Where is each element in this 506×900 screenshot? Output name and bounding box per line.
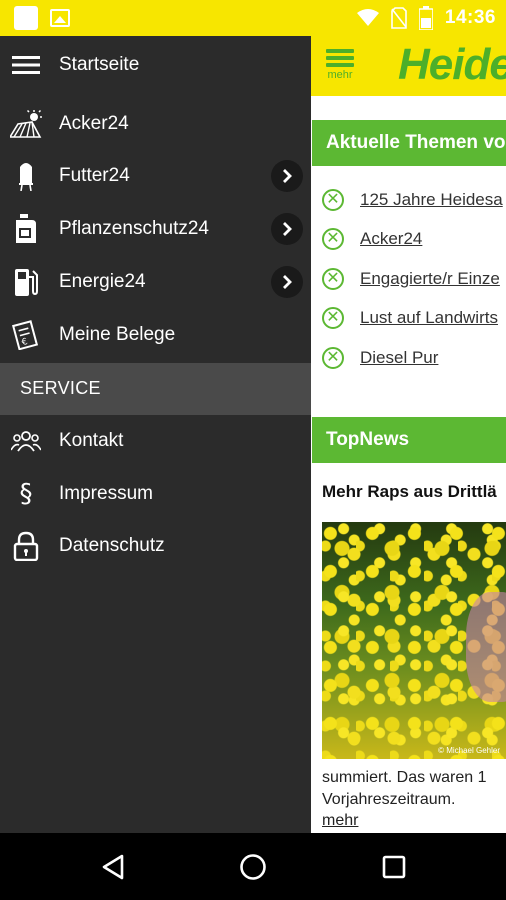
drawer-item-kontakt[interactable]: Kontakt: [0, 415, 311, 467]
drawer-item-futter24[interactable]: Futter24: [0, 150, 311, 202]
service-section-title: SERVICE: [20, 378, 101, 398]
recents-button[interactable]: [377, 850, 411, 884]
chevron-right-icon[interactable]: [271, 266, 303, 298]
topic-link[interactable]: ✕ 125 Jahre Heidesa: [322, 180, 506, 220]
close-circle-icon: ✕: [322, 188, 344, 211]
recents-square-icon: [382, 855, 406, 879]
paragraph-icon: §: [19, 479, 33, 509]
brand-logo: Heide: [398, 40, 506, 89]
home-circle-icon: [240, 854, 266, 880]
wifi-icon: [356, 9, 379, 26]
drawer-item-pflanzenschutz24[interactable]: Pflanzenschutz24: [0, 203, 311, 255]
topic-label: Lust auf Landwirts: [360, 308, 498, 328]
drawer-item-label: Impressum: [59, 483, 153, 504]
more-menu-button[interactable]: mehr: [322, 46, 358, 86]
news-headline[interactable]: Mehr Raps aus Drittlä: [322, 482, 506, 502]
back-button[interactable]: [96, 850, 130, 884]
drawer-item-label: Meine Belege: [59, 324, 176, 345]
drawer-item-acker24[interactable]: Acker24: [0, 98, 311, 150]
news-teaser-line: Vorjahreszeitraum.: [322, 791, 456, 808]
system-navigation-bar: [0, 833, 506, 900]
people-icon: [10, 425, 42, 457]
news-image[interactable]: © Michael Gehler: [322, 522, 506, 759]
no-sim-icon: [391, 7, 407, 29]
drawer-item-label: Datenschutz: [59, 535, 165, 556]
status-bar: 14:36: [0, 0, 506, 36]
gallery-notification-icon: [50, 9, 70, 27]
topic-label: 125 Jahre Heidesa: [360, 189, 503, 209]
chevron-right-icon[interactable]: [271, 213, 303, 245]
topic-label: Engagierte/r Einze: [360, 268, 500, 288]
lock-icon: [10, 530, 42, 562]
news-teaser-line: summiert. Das waren 1: [322, 769, 487, 786]
drawer-item-label: Startseite: [59, 54, 140, 75]
hamburger-bar: [326, 56, 354, 60]
receipts-icon: €: [10, 319, 42, 351]
topic-link[interactable]: ✕ Diesel Pur: [322, 338, 506, 378]
topics-list: ✕ 125 Jahre Heidesa ✕ Acker24 ✕ Engagierte/…: [322, 180, 506, 378]
navigation-drawer: Startseite Acker24 Futter24 Pflanzenschu…: [0, 36, 311, 833]
chevron-right-icon[interactable]: [271, 160, 303, 192]
news-more-link[interactable]: mehr: [322, 812, 358, 830]
more-label: mehr: [327, 69, 353, 81]
fuel-pump-icon: [10, 266, 42, 298]
drawer-item-label: Futter24: [59, 165, 130, 186]
drawer-item-datenschutz[interactable]: Datenschutz: [0, 520, 311, 572]
topic-link[interactable]: ✕ Lust auf Landwirts: [322, 299, 506, 339]
drawer-item-label: Kontakt: [59, 430, 124, 451]
image-detail: [466, 592, 506, 702]
close-circle-icon: ✕: [322, 228, 344, 251]
drawer-item-label: Acker24: [59, 113, 129, 134]
topics-heading: Aktuelle Themen vo: [312, 120, 506, 166]
hamburger-bar: [326, 63, 354, 67]
topic-label: Acker24: [360, 229, 423, 249]
drawer-item-label: Pflanzenschutz24: [59, 218, 209, 239]
topic-label: Diesel Pur: [360, 347, 439, 367]
field-sun-icon: [10, 108, 42, 140]
drawer-item-energie24[interactable]: Energie24: [0, 256, 311, 308]
topic-link[interactable]: ✕ Engagierte/r Einze: [322, 259, 506, 299]
drawer-item-label: Energie24: [59, 271, 146, 292]
svg-text:€: €: [21, 337, 29, 348]
notification-icon: [14, 6, 38, 30]
hamburger-icon: [10, 49, 42, 81]
topnews-heading: TopNews: [312, 417, 506, 463]
drawer-item-meine-belege[interactable]: € Meine Belege: [0, 309, 311, 361]
clock: 14:36: [444, 7, 496, 28]
canister-icon: [10, 213, 42, 245]
topic-link[interactable]: ✕ Acker24: [322, 220, 506, 260]
close-circle-icon: ✕: [322, 307, 344, 330]
close-circle-icon: ✕: [322, 346, 344, 369]
image-credit: © Michael Gehler: [438, 746, 500, 755]
close-circle-icon: ✕: [322, 267, 344, 290]
home-button[interactable]: [236, 850, 270, 884]
back-triangle-icon: [102, 854, 124, 880]
drawer-item-startseite[interactable]: Startseite: [0, 39, 311, 91]
news-teaser: summiert. Das waren 1 Vorjahreszeitraum.: [322, 767, 506, 811]
hamburger-icon: [326, 49, 354, 53]
silo-icon: [10, 160, 42, 192]
drawer-item-impressum[interactable]: § Impressum: [0, 468, 311, 520]
service-section-header: SERVICE: [0, 363, 311, 415]
battery-icon: [418, 6, 433, 30]
